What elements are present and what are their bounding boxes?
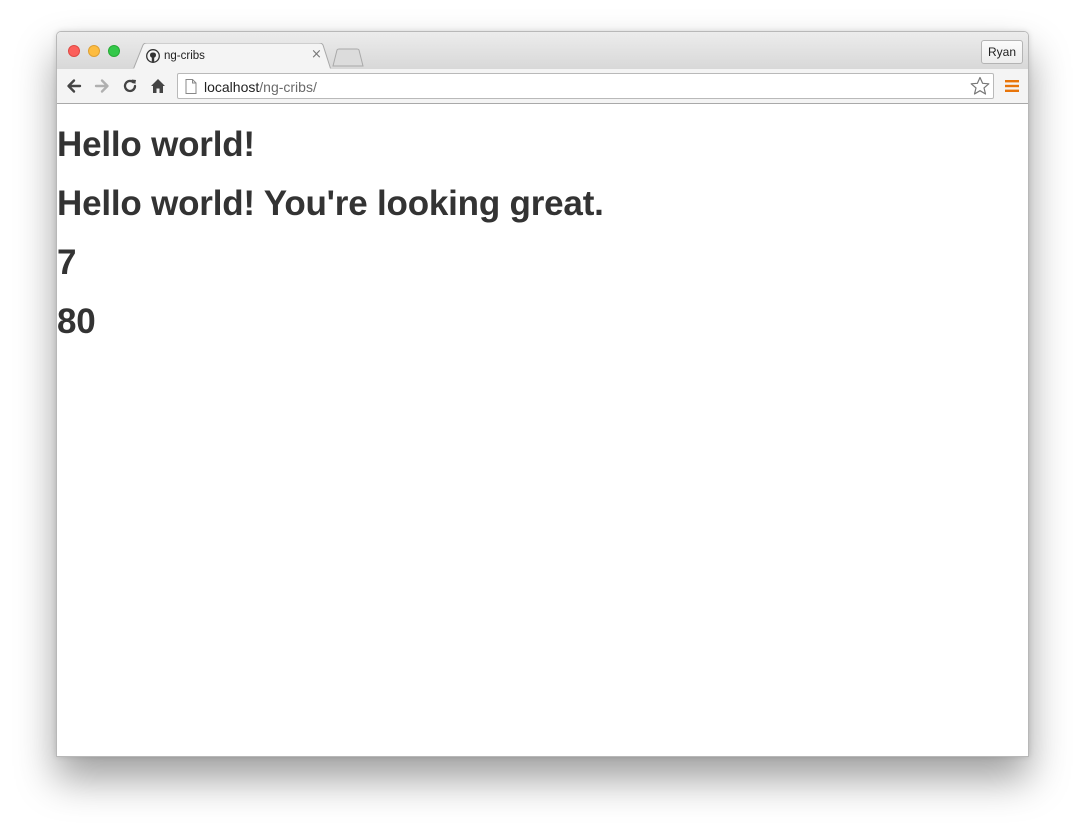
toolbar: localhost/ng-cribs/ <box>57 69 1028 104</box>
tab-shape <box>133 43 331 70</box>
star-icon[interactable] <box>969 76 991 96</box>
hamburger-menu-icon[interactable] <box>1005 79 1019 93</box>
close-tab-icon[interactable]: × <box>311 48 322 62</box>
profile-button[interactable]: Ryan <box>980 40 1023 64</box>
back-arrow-icon[interactable] <box>65 77 83 95</box>
minimize-window-button[interactable] <box>88 45 100 57</box>
page-icon <box>185 79 197 94</box>
page-content: Hello world! Hello world! You're looking… <box>57 104 1028 756</box>
close-window-button[interactable] <box>68 45 80 57</box>
title-bar: ng-cribs × Ryan <box>57 32 1028 70</box>
tab-title: ng-cribs <box>164 50 205 62</box>
home-icon[interactable] <box>149 77 167 95</box>
new-tab-button[interactable] <box>331 48 365 68</box>
github-octocat-icon <box>146 49 160 63</box>
page-heading-greeting: Hello world! <box>57 125 255 164</box>
tab-ng-cribs[interactable]: ng-cribs × <box>133 43 331 70</box>
url-path: /ng-cribs/ <box>259 79 317 95</box>
page-heading-message: Hello world! You're looking great. <box>57 184 604 223</box>
maximize-window-button[interactable] <box>108 45 120 57</box>
page-heading-number: 7 <box>57 243 77 282</box>
browser-window: ng-cribs × Ryan localhost/ng-cribs/ Hell… <box>56 31 1029 757</box>
address-bar[interactable]: localhost/ng-cribs/ <box>177 73 994 99</box>
url-host: localhost <box>204 79 260 95</box>
forward-arrow-icon[interactable] <box>93 77 111 95</box>
reload-icon[interactable] <box>121 77 139 95</box>
url-text: localhost/ng-cribs/ <box>204 79 317 95</box>
page-heading-number: 80 <box>57 302 96 341</box>
